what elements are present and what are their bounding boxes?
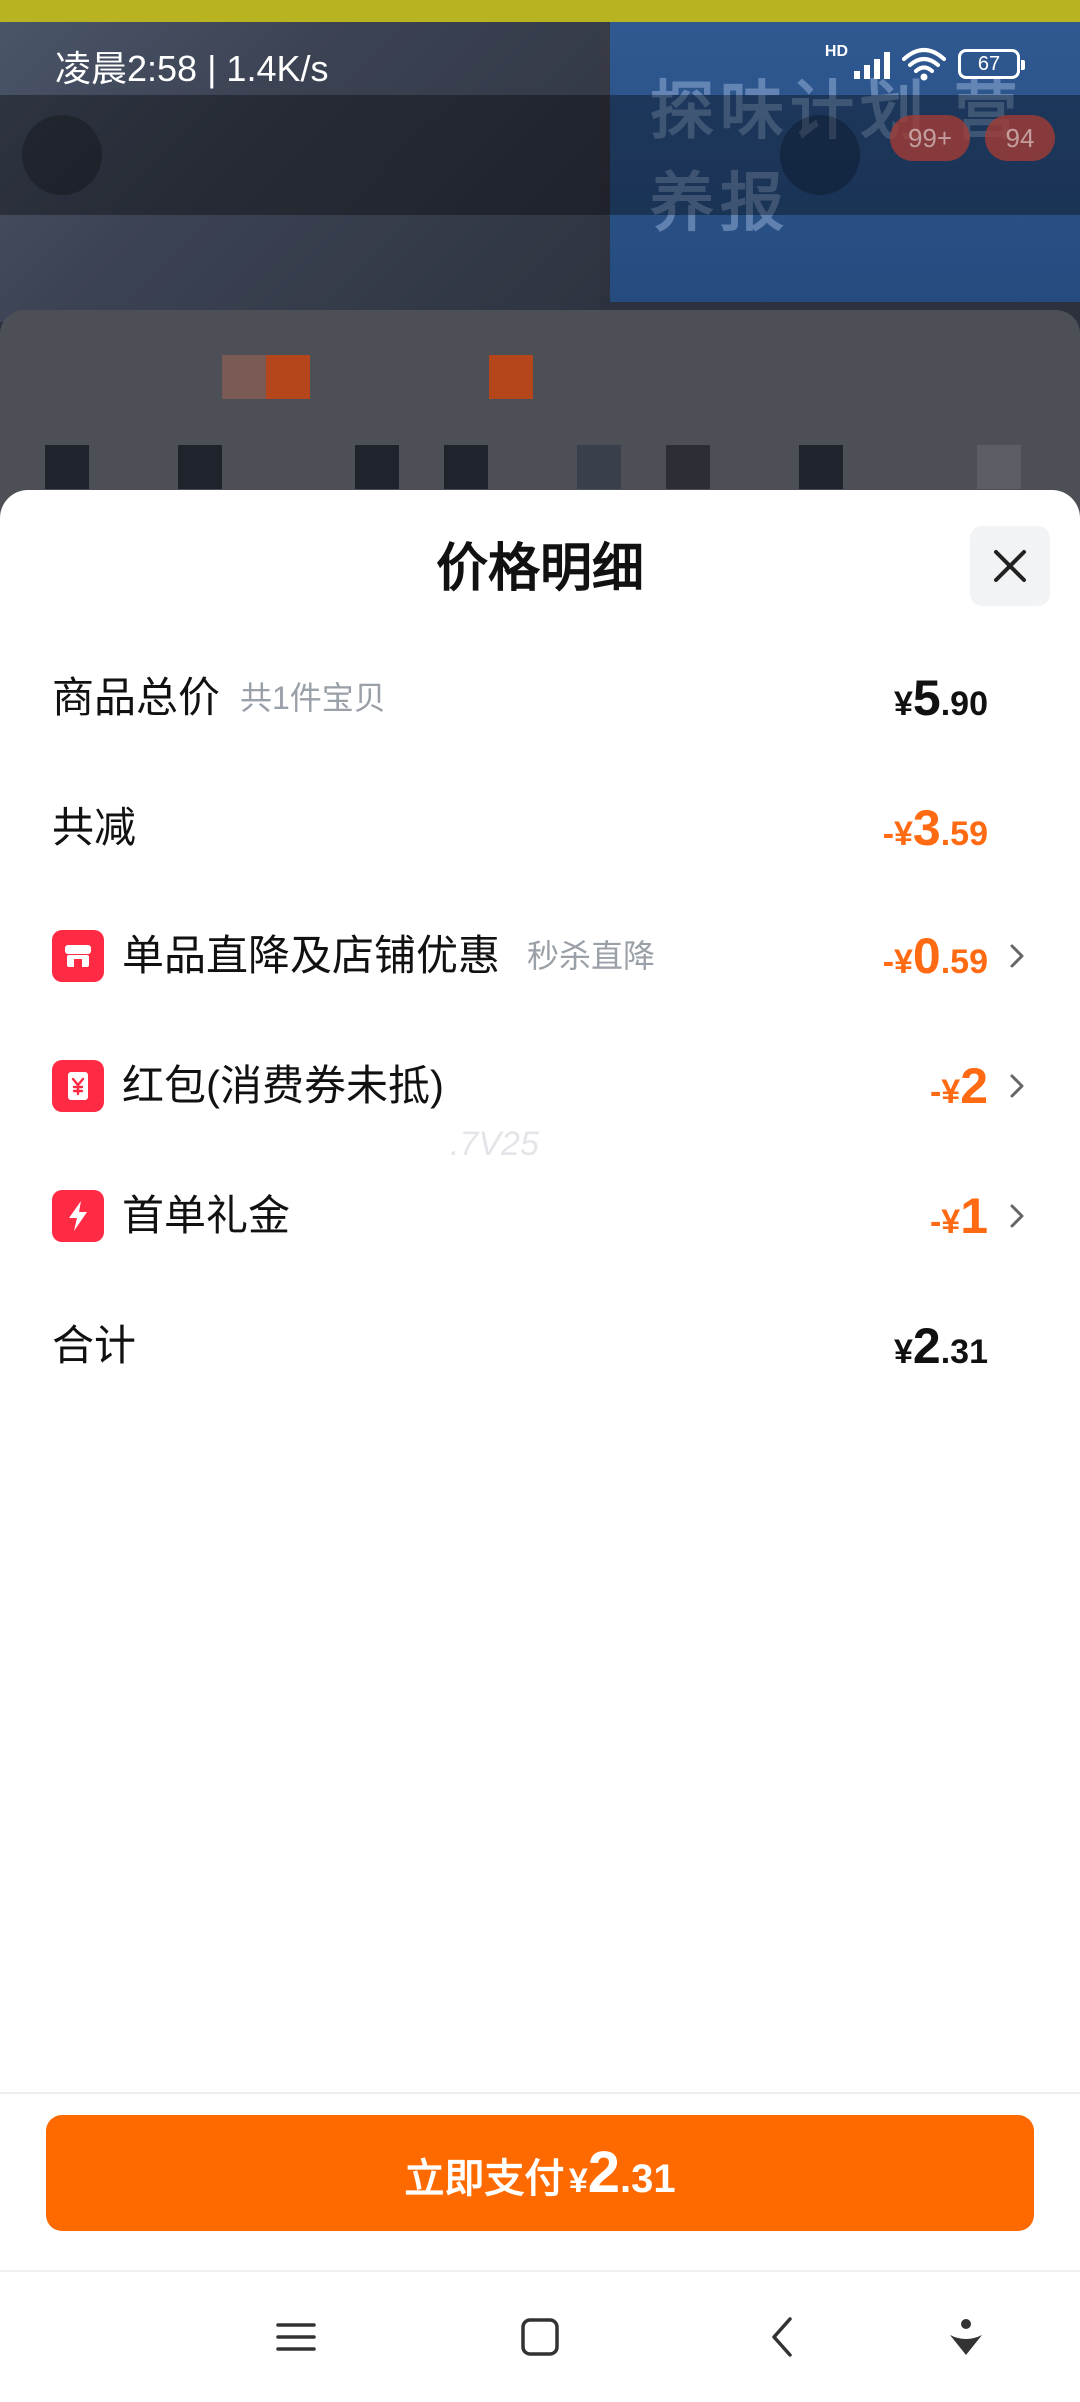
background-thumbnail: [266, 355, 310, 399]
background-thumbnail: [977, 445, 1021, 489]
row-amount: -¥0.59: [883, 916, 988, 996]
price-row-store-discount[interactable]: 单品直降及店铺优惠 秒杀直降 -¥0.59: [52, 916, 1028, 996]
background-thumbnail: [799, 445, 843, 489]
row-label: 共减: [52, 804, 137, 851]
currency-symbol: ¥: [894, 1333, 913, 1371]
row-label: 合计: [52, 1322, 137, 1369]
amount-decimal: .31: [940, 1333, 988, 1371]
currency-symbol: -¥: [929, 1203, 961, 1241]
sheet-title: 价格明细: [435, 540, 644, 598]
background-thumbnail: [666, 445, 710, 489]
home-icon[interactable]: [510, 2307, 570, 2367]
amount-integer: 2: [912, 1318, 941, 1374]
price-row-red-packet[interactable]: 红包(消费券未抵) -¥2: [52, 1046, 1028, 1126]
amount-integer: 5: [912, 670, 941, 726]
amount-integer: 2: [960, 1058, 988, 1114]
background-product-card: [0, 310, 1080, 520]
background-badge: 94: [985, 115, 1055, 161]
row-sublabel: 秒杀直降: [527, 938, 656, 974]
red-packet-icon: [52, 1060, 104, 1112]
status-icons: HD 67: [824, 43, 1025, 84]
background-thumbnail: [355, 445, 399, 489]
background-thumbnail: [489, 355, 533, 399]
amount-decimal: .31: [620, 2157, 676, 2201]
background-thumbnail: [45, 445, 89, 489]
status-time: 凌晨2:58 | 1.4K/s: [55, 48, 329, 89]
signal-icon: [854, 49, 890, 79]
amount-integer: 2: [587, 2140, 621, 2205]
row-amount: ¥5.90: [894, 658, 988, 738]
wifi-icon: [902, 48, 946, 81]
amount-integer: 1: [960, 1188, 988, 1244]
amount-decimal: .59: [940, 815, 988, 853]
pay-now-button[interactable]: 立即支付 ¥2.31: [46, 2115, 1034, 2231]
price-detail-sheet: 价格明细 商品总价 共1件宝贝 ¥5.90 共减 -¥3.59 单品直降及店铺优…: [0, 490, 1080, 2270]
price-row-total-goods: 商品总价 共1件宝贝 ¥5.90: [52, 658, 1028, 738]
back-icon[interactable]: [754, 2307, 814, 2367]
amount-integer: 3: [912, 800, 941, 856]
background-share-icon: [780, 115, 860, 195]
background-thumbnail: [577, 445, 621, 489]
pay-button-label: 立即支付: [404, 2157, 565, 2201]
assistant-icon[interactable]: [936, 2307, 996, 2367]
row-label: 首单礼金: [122, 1192, 291, 1239]
row-label: 商品总价: [52, 674, 221, 721]
price-row-first-order-gift[interactable]: 首单礼金 -¥1: [52, 1176, 1028, 1256]
hd-label: HD: [824, 43, 848, 60]
system-navigation-bar: [0, 2270, 1080, 2402]
amount-decimal: .90: [940, 685, 988, 723]
currency-symbol: -¥: [882, 815, 913, 853]
chevron-right-icon: [1010, 1074, 1024, 1098]
amount-integer: 0: [912, 928, 941, 984]
row-amount: -¥1: [930, 1176, 988, 1256]
row-label: 单品直降及店铺优惠: [122, 932, 501, 979]
menu-icon[interactable]: [266, 2307, 326, 2367]
amount-decimal: .59: [940, 943, 988, 981]
background-thumbnail: [222, 355, 266, 399]
row-amount: -¥3.59: [883, 788, 988, 868]
watermark-text: .7V25: [450, 1125, 539, 1163]
background-thumbnail: [178, 445, 222, 489]
row-amount: ¥2.31: [894, 1306, 988, 1386]
footer-divider: [0, 2092, 1080, 2094]
row-label: 红包(消费券未抵): [122, 1062, 444, 1109]
price-row-grand-total: 合计 ¥2.31: [52, 1306, 1028, 1386]
row-amount: -¥2: [930, 1046, 988, 1126]
chevron-right-icon: [1010, 1204, 1024, 1228]
currency-symbol: -¥: [929, 1073, 961, 1111]
background-badge: 99+: [890, 115, 970, 161]
status-bar: 凌晨2:58 | 1.4K/s HD 67: [0, 22, 1080, 102]
currency-symbol: -¥: [882, 943, 913, 981]
store-icon: [52, 930, 104, 982]
currency-symbol: ¥: [568, 2162, 588, 2200]
background-thumbnail: [444, 445, 488, 489]
battery-icon: 67: [958, 49, 1025, 79]
price-row-total-discount: 共减 -¥3.59: [52, 788, 1028, 868]
close-button[interactable]: [970, 526, 1050, 606]
lightning-icon: [52, 1190, 104, 1242]
chevron-right-icon: [1010, 944, 1024, 968]
currency-symbol: ¥: [894, 685, 913, 723]
background-banner-strip: [0, 0, 1080, 22]
row-sublabel: 共1件宝贝: [240, 680, 386, 716]
close-icon: [994, 550, 1026, 582]
background-back-icon: [22, 115, 102, 195]
